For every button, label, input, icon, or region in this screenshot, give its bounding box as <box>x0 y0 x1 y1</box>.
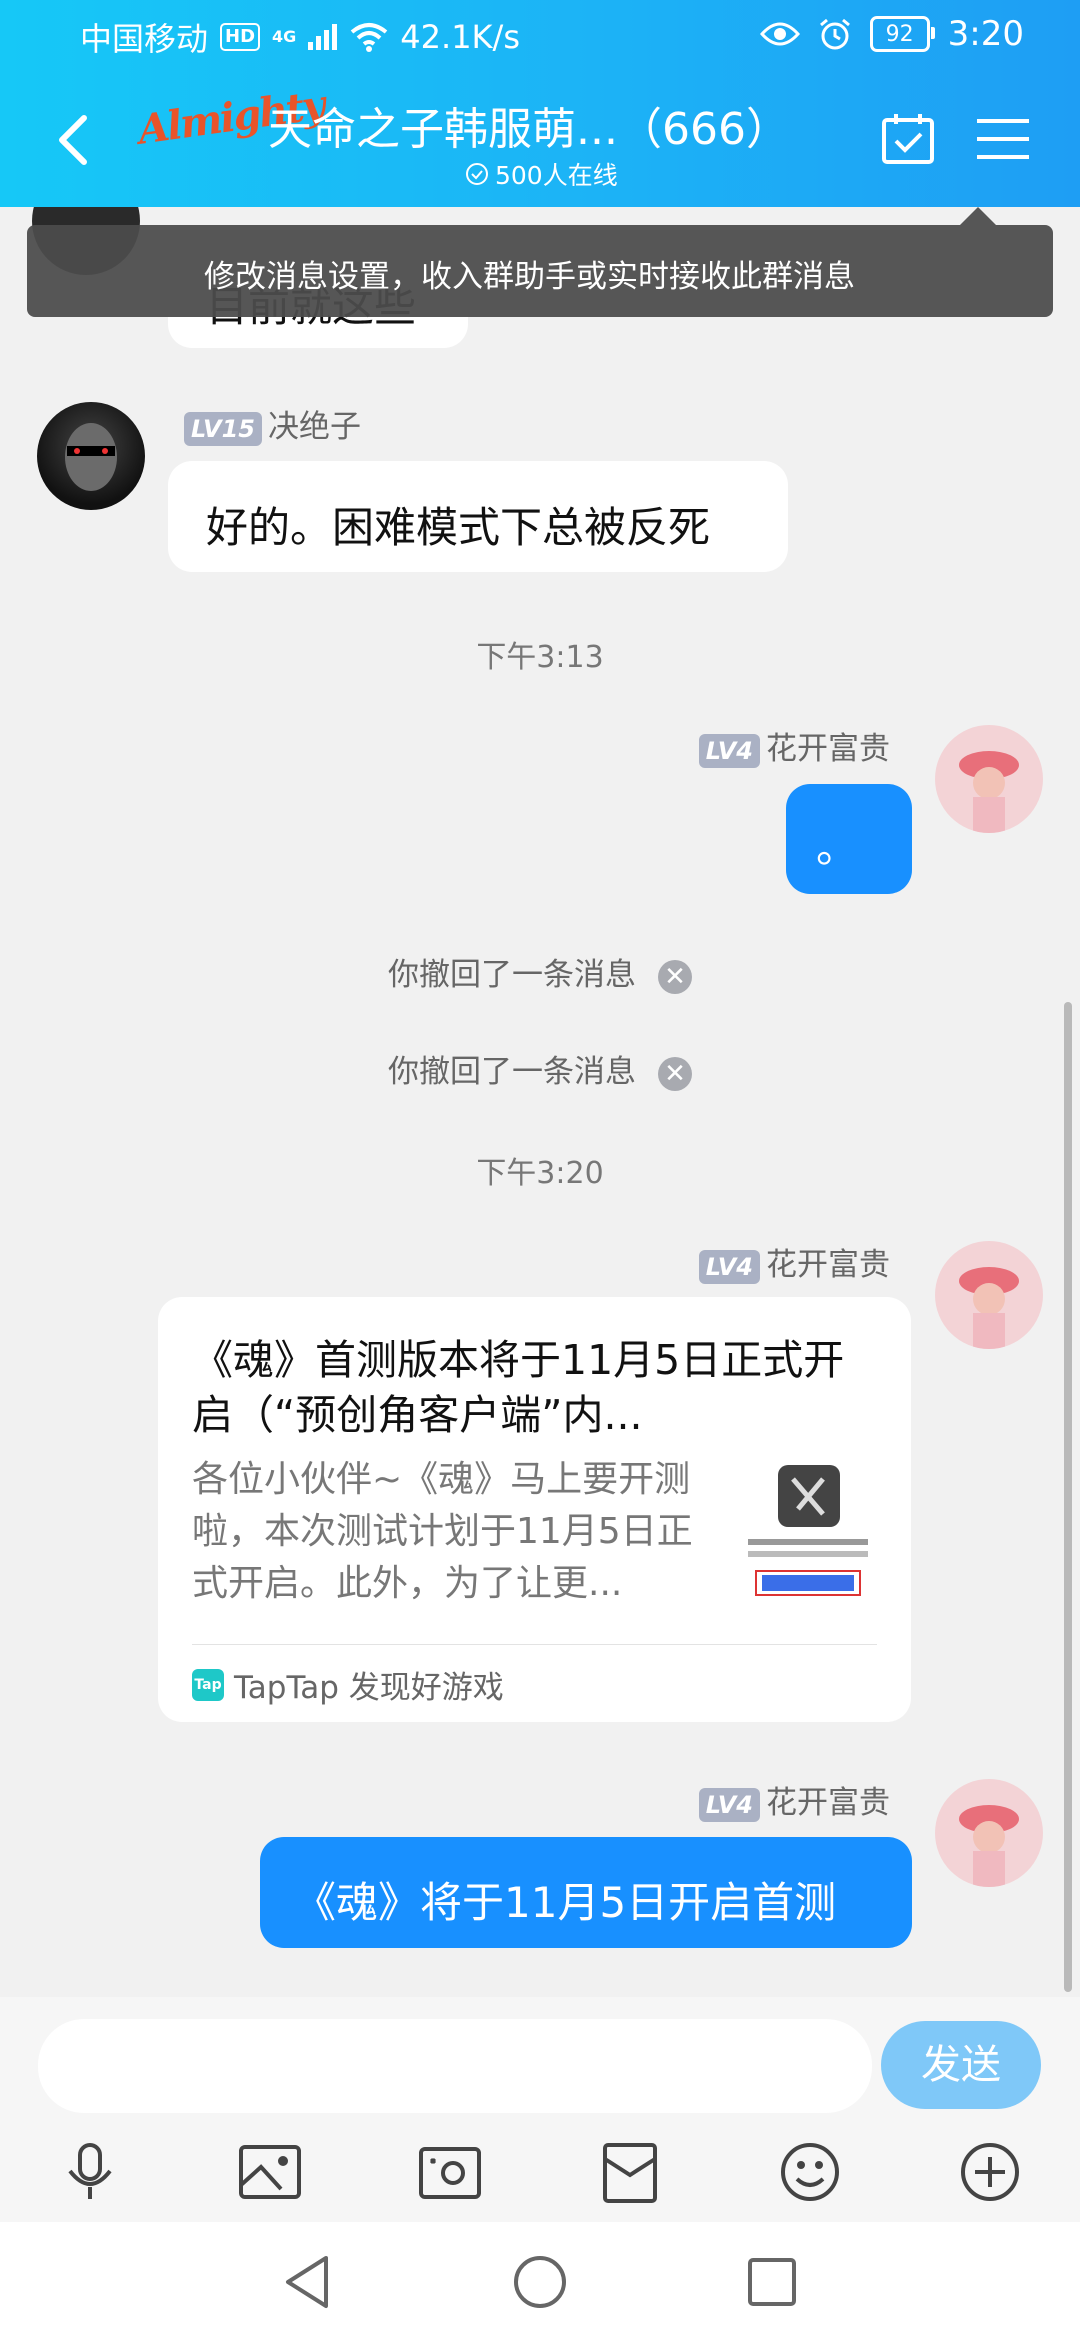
avatar-self[interactable] <box>935 1241 1043 1349</box>
hd-badge: HD <box>220 23 261 51</box>
avatar-image <box>65 423 117 491</box>
camera-icon[interactable] <box>415 2137 485 2207</box>
wifi-icon <box>351 23 388 52</box>
status-bar: 中国移动 HD 4G 42.1K/s 92 3:20 <box>0 0 1080 72</box>
calendar-check-icon[interactable] <box>880 110 936 166</box>
send-button[interactable]: 发送 <box>881 2021 1041 2109</box>
network-speed: 42.1K/s <box>400 18 520 56</box>
timestamp: 下午3:13 <box>476 640 604 675</box>
avatar-juejuezi[interactable] <box>37 402 145 510</box>
microphone-icon[interactable] <box>55 2137 125 2207</box>
sender-name[interactable]: 花开富贵 <box>766 1247 890 1283</box>
online-check-icon <box>466 163 488 185</box>
tooltip-arrow <box>960 207 996 225</box>
card-source-label: TapTap 发现好游戏 <box>234 1670 504 1706</box>
online-count-label: 500人在线 <box>495 161 618 190</box>
group-logo: Almighty <box>135 81 327 154</box>
carrier: 中国移动 <box>80 20 209 58</box>
emoji-icon[interactable] <box>775 2137 845 2207</box>
sender-name[interactable]: 花开富贵 <box>766 1785 890 1821</box>
level-badge: LV15 <box>184 412 262 446</box>
timestamp: 下午3:20 <box>476 1156 604 1191</box>
menu-icon[interactable] <box>975 117 1031 161</box>
clock: 3:20 <box>947 14 1024 54</box>
image-icon[interactable] <box>235 2137 305 2207</box>
red-packet-icon[interactable] <box>595 2137 665 2207</box>
level-badge: LV4 <box>698 1788 760 1822</box>
signal-4g: 4G <box>272 27 297 46</box>
system-nav-bar <box>0 2222 1080 2340</box>
recall-text: 你撤回了一条消息 <box>388 957 636 993</box>
recall-text: 你撤回了一条消息 <box>388 1054 636 1090</box>
avatar-image <box>959 1805 1019 1887</box>
nav-back-icon[interactable] <box>278 2252 338 2312</box>
message-bubble[interactable]: 《魂》将于11月5日开启首测 <box>260 1837 912 1948</box>
sender-row-4: LV4 花开富贵 <box>698 1777 890 1822</box>
settings-tooltip[interactable]: 修改消息设置，收入群助手或实时接收此群消息 <box>27 225 1053 317</box>
nav-recent-icon[interactable] <box>742 2252 802 2312</box>
level-badge: LV4 <box>698 1250 760 1284</box>
recall-notice: 你撤回了一条消息 ✕ <box>0 1046 1080 1091</box>
message-text: 《魂》将于11月5日开启首测 <box>294 1878 837 1927</box>
sender-row-1: LV15 决绝子 <box>184 401 361 446</box>
message-text: 好的。困难模式下总被反死 <box>206 503 711 552</box>
card-divider <box>192 1644 877 1645</box>
card-description: 各位小伙伴~《魂》马上要开测啦，本次测试计划于11月5日正式开启。此外，为了让更… <box>192 1459 693 1604</box>
input-bar: 发送 <box>0 1997 1080 2222</box>
card-title: 《魂》首测版本将于11月5日正式开启（“预创角客户端”内... <box>192 1336 845 1439</box>
battery-indicator: 92 <box>869 16 935 52</box>
close-icon[interactable]: ✕ <box>658 959 692 994</box>
sender-row-2: LV4 花开富贵 <box>698 723 890 768</box>
sender-name[interactable]: 决绝子 <box>268 409 361 445</box>
message-bubble[interactable]: 。 <box>786 784 912 894</box>
signal-bars-icon <box>308 24 338 50</box>
nav-home-icon[interactable] <box>510 2252 570 2312</box>
close-icon[interactable]: ✕ <box>658 1056 692 1091</box>
sender-row-3: LV4 花开富贵 <box>698 1239 890 1284</box>
scrollbar[interactable] <box>1064 1002 1072 1992</box>
share-card[interactable]: 《魂》首测版本将于11月5日正式开启（“预创角客户端”内... 各位小伙伴~《魂… <box>158 1297 911 1722</box>
sender-name[interactable]: 花开富贵 <box>766 731 890 767</box>
plus-icon[interactable] <box>955 2137 1025 2207</box>
online-count: 500人在线 <box>465 156 618 192</box>
avatar-image <box>959 1267 1019 1349</box>
eye-icon <box>759 22 800 46</box>
message-text: 。 <box>816 823 859 872</box>
card-source: Tap TapTap 发现好游戏 <box>192 1662 504 1707</box>
avatar-self[interactable] <box>935 1779 1043 1887</box>
alarm-icon <box>819 18 850 50</box>
taptap-icon: Tap <box>192 1668 224 1701</box>
level-badge: LV4 <box>698 734 760 768</box>
status-right: 92 3:20 <box>759 14 1024 54</box>
message-bubble[interactable]: 好的。困难模式下总被反死 <box>168 461 788 572</box>
back-button[interactable] <box>50 110 100 170</box>
chat-area[interactable]: 目前就这些 LV15决绝子 好的。困难模式下总被反死 下午3:13 LV4花开富… <box>0 207 1080 1997</box>
message-input[interactable] <box>38 2019 872 2113</box>
top-bar: 中国移动 HD 4G 42.1K/s 92 3:20 Almighty 天命之子… <box>0 0 1080 207</box>
avatar-self[interactable] <box>935 725 1043 833</box>
avatar-image <box>959 751 1019 833</box>
group-title[interactable]: 天命之子韩服萌...（666） <box>268 93 790 157</box>
recall-notice: 你撤回了一条消息 ✕ <box>0 949 1080 994</box>
card-thumbnail <box>738 1459 878 1609</box>
tooltip-text: 修改消息设置，收入群助手或实时接收此群消息 <box>204 259 855 295</box>
status-left: 中国移动 HD 4G 42.1K/s <box>80 14 520 60</box>
